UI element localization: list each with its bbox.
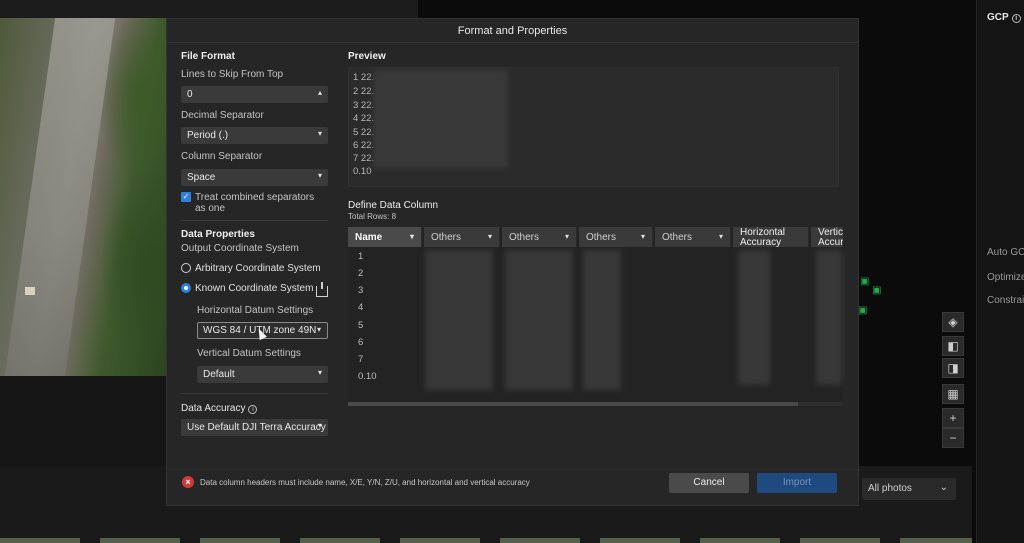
- dialog-title: Format and Properties: [167, 19, 858, 43]
- scrollbar-thumb[interactable]: [348, 402, 798, 406]
- cube-icon[interactable]: ◧: [942, 336, 964, 356]
- known-cs-label[interactable]: Known Coordinate System: [195, 283, 313, 294]
- column-header-others[interactable]: Others ▾: [655, 227, 731, 247]
- optimize-label[interactable]: Optimize: [987, 272, 1024, 283]
- dropdown-caret-icon: ▾: [317, 368, 322, 377]
- table-row: 2: [358, 268, 364, 279]
- file-format-heading: File Format: [181, 51, 235, 62]
- column-header-others[interactable]: Others ▾: [424, 227, 500, 247]
- zoom-in-button[interactable]: +: [942, 408, 964, 428]
- treat-combined-checkbox[interactable]: ✓: [181, 192, 191, 202]
- decimal-separator-label: Decimal Separator: [181, 110, 264, 121]
- blurred-preview-data: [373, 70, 508, 168]
- info-icon[interactable]: i: [248, 405, 258, 414]
- vertical-datum-label: Vertical Datum Settings: [197, 348, 301, 359]
- preview-line: 3 22.: [353, 100, 375, 111]
- dropdown-caret-icon: ▾: [317, 129, 322, 138]
- decimal-separator-select[interactable]: Period (.) ▾: [181, 127, 328, 144]
- dropdown-caret-icon: ▾: [487, 232, 492, 241]
- dropdown-caret-icon: ▾: [317, 421, 322, 430]
- blurred-column-data: [425, 250, 493, 390]
- lines-to-skip-label: Lines to Skip From Top: [181, 69, 284, 80]
- table-row: 0.10: [358, 371, 377, 382]
- error-message: Data column headers must include name, X…: [200, 478, 530, 487]
- preview-line: 7 22.: [353, 153, 375, 164]
- column-separator-select[interactable]: Space ▾: [181, 169, 328, 186]
- dropdown-caret-icon: ▾: [718, 232, 723, 241]
- preview-line: 4 22.: [353, 113, 375, 124]
- info-icon[interactable]: i: [1011, 14, 1021, 23]
- cancel-button[interactable]: Cancel: [669, 473, 749, 493]
- data-properties-heading: Data Properties: [181, 229, 255, 240]
- known-cs-radio[interactable]: [181, 283, 191, 293]
- table-row: 3: [358, 285, 364, 296]
- stepper-icon[interactable]: ▴: [318, 88, 322, 97]
- blurred-column-data: [583, 250, 621, 390]
- table-row: 5: [358, 320, 364, 331]
- total-rows-label: Total Rows: 8: [348, 212, 397, 221]
- preview-line: 2 22.: [353, 86, 375, 97]
- table-row: 1: [358, 251, 364, 262]
- arbitrary-cs-radio[interactable]: [181, 263, 191, 273]
- column-separator-label: Column Separator: [181, 151, 263, 162]
- auto-gcp-label[interactable]: Auto GCP: [987, 247, 1024, 258]
- dropdown-caret-icon: ▾: [317, 171, 322, 180]
- blurred-column-data: [505, 250, 573, 390]
- column-header-name[interactable]: Name ▾: [348, 227, 422, 247]
- column-header-vertical-accuracy[interactable]: Vertical Accuracy: [811, 227, 843, 247]
- lines-to-skip-input[interactable]: 0 ▴: [181, 86, 328, 103]
- dropdown-caret-icon: ▾: [409, 232, 414, 241]
- error-icon: ×: [182, 476, 194, 488]
- map-marker: [25, 287, 35, 295]
- chevron-down-icon: ⌄: [939, 482, 948, 493]
- preview-heading: Preview: [348, 51, 386, 62]
- table-row: 4: [358, 302, 364, 313]
- preview-line: 6 22.: [353, 140, 375, 151]
- table-row: 6: [358, 337, 364, 348]
- map-layer-icon[interactable]: ◈: [942, 312, 964, 332]
- blurred-column-data: [816, 250, 842, 385]
- dropdown-caret-icon: ▾: [640, 232, 645, 241]
- gcp-point-icon[interactable]: ▣: [860, 276, 869, 287]
- arbitrary-cs-label[interactable]: Arbitrary Coordinate System: [195, 263, 321, 274]
- photo-thumbnails[interactable]: [0, 538, 972, 543]
- export-icon[interactable]: [316, 282, 328, 297]
- section-divider: [181, 393, 328, 394]
- horizontal-datum-label: Horizontal Datum Settings: [197, 305, 314, 316]
- box-icon[interactable]: ◨: [942, 358, 964, 378]
- treat-combined-label: Treat combined separators as one: [195, 192, 315, 214]
- column-header-others[interactable]: Others ▾: [579, 227, 653, 247]
- column-header-others[interactable]: Others ▾: [502, 227, 577, 247]
- data-accuracy-select[interactable]: Use Default DJI Terra Accuracy ▾: [181, 419, 328, 436]
- horizontal-scrollbar[interactable]: [348, 402, 843, 406]
- gcp-point-icon[interactable]: ▣: [858, 305, 867, 316]
- background-top-bar: [0, 0, 418, 18]
- vertical-datum-select[interactable]: Default ▾: [197, 366, 328, 383]
- background-panel: [0, 376, 168, 466]
- table-row: 7: [358, 354, 364, 365]
- dropdown-caret-icon: ▾: [564, 232, 569, 241]
- preview-line: 0.10: [353, 166, 372, 177]
- constrain-label[interactable]: Constrain: [987, 295, 1024, 306]
- gcp-point-icon[interactable]: ▣: [872, 285, 881, 296]
- preview-line: 1 22.: [353, 72, 375, 83]
- blurred-column-data: [738, 250, 770, 385]
- data-accuracy-heading: Data Accuracy i: [181, 403, 258, 414]
- define-column-heading: Define Data Column: [348, 200, 439, 211]
- column-header-horizontal-accuracy[interactable]: Horizontal Accuracy: [733, 227, 809, 247]
- output-cs-label: Output Coordinate System: [181, 243, 299, 254]
- footer-divider: [167, 469, 860, 470]
- photo-filter-dropdown[interactable]: All photos ⌄: [862, 478, 956, 500]
- zoom-out-button[interactable]: −: [942, 428, 964, 448]
- preview-line: 5 22.: [353, 127, 375, 138]
- import-button[interactable]: Import: [757, 473, 837, 493]
- dropdown-caret-icon: ▾: [316, 325, 321, 334]
- section-divider: [181, 220, 328, 221]
- gcp-panel-title: GCP i: [987, 12, 1021, 23]
- grid-icon[interactable]: ▦: [942, 384, 964, 404]
